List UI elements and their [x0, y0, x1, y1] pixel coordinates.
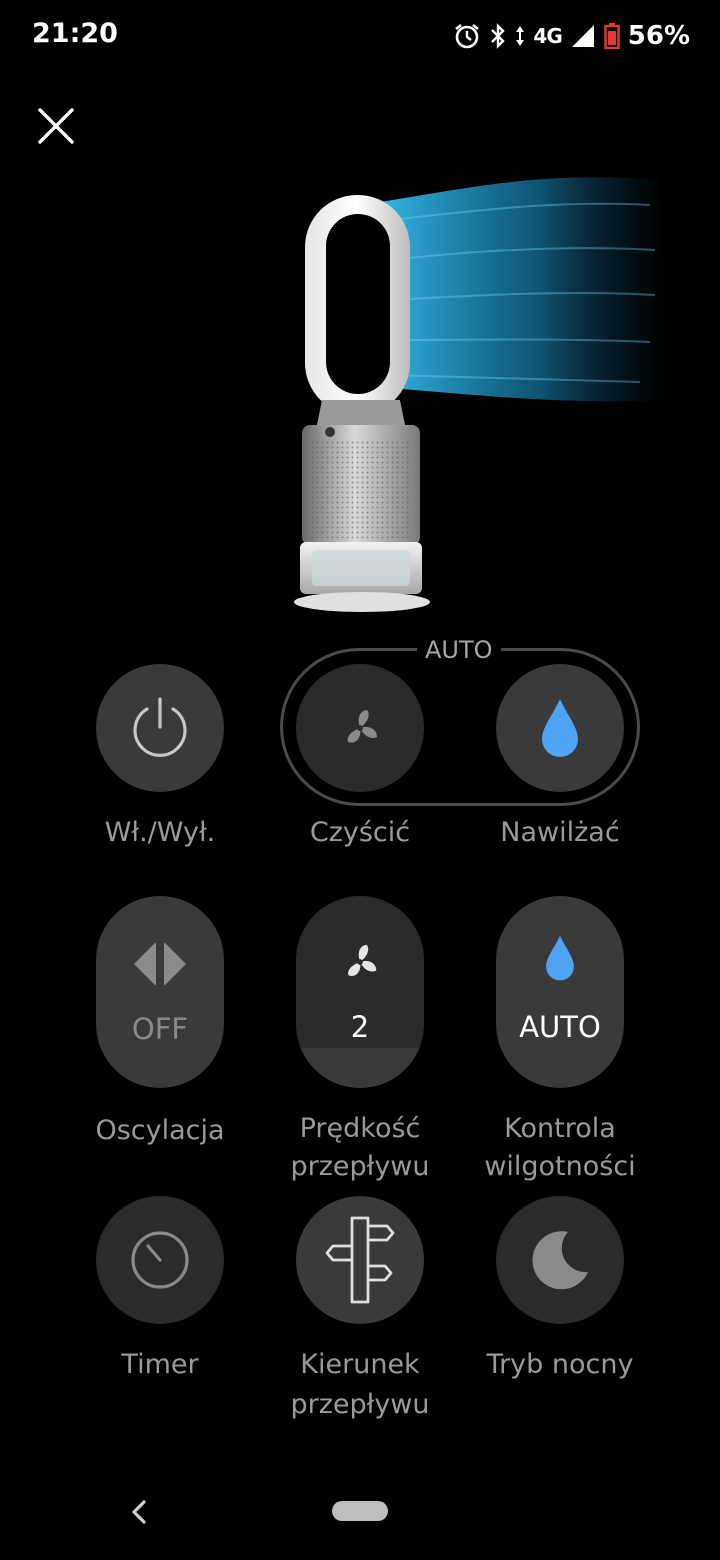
home-pill-icon[interactable]: [332, 1501, 388, 1521]
signpost-icon: [325, 1216, 395, 1304]
humidify-button[interactable]: [496, 664, 624, 792]
battery-icon: [604, 22, 620, 50]
data-arrows-icon: [515, 24, 525, 48]
battery-percent: 56%: [627, 21, 690, 51]
power-label: Wł./Wył.: [104, 817, 216, 848]
fan-icon: [348, 944, 377, 977]
status-bar: 21:20 4G 56%: [0, 0, 720, 72]
water-drop-icon: [542, 699, 578, 757]
power-icon: [133, 697, 187, 757]
network-type: 4G: [533, 24, 562, 48]
nav-back-button[interactable]: [126, 1494, 154, 1530]
status-icons: 4G 56%: [453, 16, 690, 56]
oscillation-button[interactable]: OFF: [96, 896, 224, 1088]
timer-icon: [131, 1231, 189, 1289]
bluetooth-icon: [489, 22, 507, 50]
water-drop-icon: [546, 935, 574, 981]
power-button[interactable]: [96, 664, 224, 792]
fan-icon: [347, 710, 377, 743]
airflow-direction-label-2: przepływu: [290, 1389, 430, 1420]
humidity-control-value: AUTO: [519, 1010, 601, 1044]
purify-label: Czyścić: [309, 817, 411, 848]
signal-icon: [570, 23, 596, 49]
oscillation-label: Oscylacja: [95, 1115, 225, 1146]
close-button[interactable]: [34, 104, 78, 148]
app-screen: 21:20 4G 56% AUTO Wł./Wył. Czyścić Nawil…: [0, 0, 720, 1560]
purify-button[interactable]: [296, 664, 424, 792]
humidity-control-label-1: Kontrola: [504, 1113, 616, 1144]
night-mode-button[interactable]: [496, 1196, 624, 1324]
airflow-speed-label-2: przepływu: [290, 1151, 430, 1182]
humidify-label: Nawilżać: [500, 817, 620, 848]
back-chevron-icon: [132, 1500, 146, 1524]
close-icon: [38, 108, 74, 144]
humidity-control-button[interactable]: AUTO: [496, 896, 624, 1088]
speed-level-fill: [296, 1048, 424, 1088]
airflow-speed-button[interactable]: 2: [296, 896, 424, 1088]
airflow-direction-label-1: Kierunek: [300, 1349, 420, 1380]
moon-icon: [532, 1231, 588, 1290]
device-illustration: [294, 177, 670, 612]
status-time: 21:20: [32, 18, 118, 49]
humidity-control-label-2: wilgotności: [484, 1151, 636, 1182]
oscillation-value: OFF: [131, 1012, 189, 1046]
oscillation-icon: [134, 942, 186, 986]
airflow-direction-button[interactable]: [296, 1196, 424, 1324]
night-mode-label: Tryb nocny: [486, 1349, 634, 1380]
auto-group-label: AUTO: [417, 634, 501, 666]
alarm-icon: [453, 22, 481, 50]
airflow-speed-label-1: Prędkość: [299, 1113, 421, 1144]
timer-button[interactable]: [96, 1196, 224, 1324]
timer-label: Timer: [121, 1349, 199, 1380]
airflow-speed-value: 2: [350, 1010, 370, 1044]
